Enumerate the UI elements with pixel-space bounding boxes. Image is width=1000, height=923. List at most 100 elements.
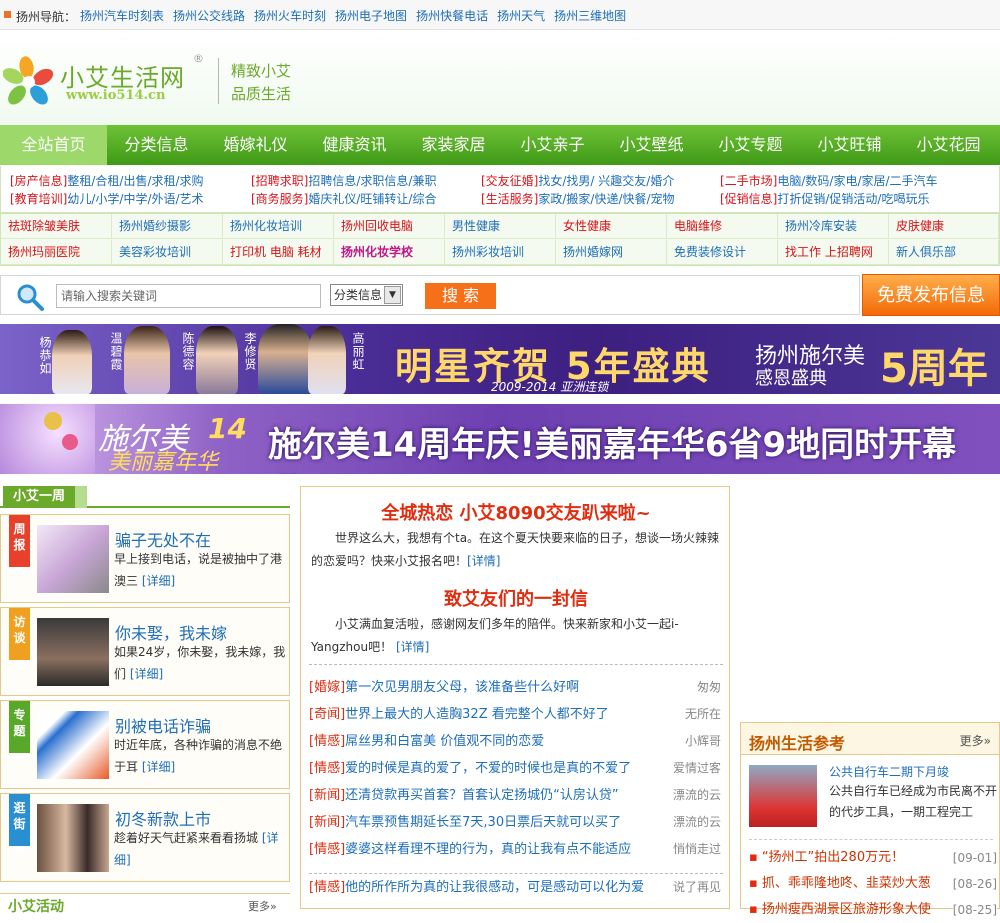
top-nav-link[interactable]: 扬州天气 — [497, 9, 545, 23]
logo-flower-icon[interactable] — [3, 55, 55, 107]
activity-more-link[interactable]: 更多» — [248, 898, 277, 914]
reference-item-title[interactable]: 扬州瘦西湖景区旅游形象大使 — [762, 902, 931, 917]
news-title[interactable]: 汽车票预售期延长至7天,30日票后天就可以买了 — [345, 815, 621, 830]
category-items[interactable]: 幼儿/小学/中学/外语/艺术 — [67, 192, 203, 206]
news-item[interactable]: [情感]婆婆这样看理不理的行为，真的让我有点不能适应 悄悄走过 — [309, 836, 723, 863]
category-group[interactable]: [教育培训]幼儿/小学/中学/外语/艺术 — [10, 190, 204, 207]
news-item[interactable]: [新闻]汽车票预售期延长至7天,30日票后天就可以买了 漂流的云 — [309, 809, 723, 836]
reference-item-title[interactable]: “扬州工”拍出280万元！ — [762, 850, 904, 865]
category-heading[interactable]: [招聘求职] — [251, 174, 308, 188]
ad-link[interactable]: 扬州婚纱摄影 — [112, 214, 223, 239]
detail-link[interactable]: [详细] — [130, 667, 163, 681]
anniversary-banner[interactable]: 杨恭如 温碧霞 陈德容 李修贤 高丽虹 明星齐贺 5年盛典 2009-2014 … — [0, 324, 1000, 394]
news-item[interactable]: [情感]屌丝男和白富美 价值观不同的恋爱 小辉哥 — [309, 728, 723, 755]
week-card[interactable]: 访谈 你未娶，我未嫁 如果24岁，你未娶，我未嫁，我们 [详细] — [0, 607, 290, 696]
nav-garden[interactable]: 小艾花园 — [899, 125, 998, 165]
category-group[interactable]: [房产信息]整租/合租/出售/求租/求购 — [10, 172, 204, 189]
reference-item[interactable]: ▪ 抓、乖乖隆地咚、韭菜炒大葱 [08-26] — [749, 871, 999, 897]
news-title[interactable]: 婆婆这样看理不理的行为，真的让我有点不能适应 — [345, 842, 631, 857]
category-items[interactable]: 找女/找男/ 兴趣交友/婚介 — [538, 174, 674, 188]
feature-title[interactable]: 全城热恋 小艾8090交友趴来啦~ — [301, 499, 731, 525]
news-category[interactable]: [婚嫁] — [309, 680, 345, 695]
nav-shops[interactable]: 小艾旺铺 — [800, 125, 899, 165]
category-items[interactable]: 招聘信息/求职信息/兼职 — [308, 174, 436, 188]
top-nav-link[interactable]: 扬州公交线路 — [173, 9, 245, 23]
nav-topics[interactable]: 小艾专题 — [701, 125, 800, 165]
category-heading[interactable]: [二手市场] — [720, 174, 777, 188]
news-category[interactable]: [新闻] — [309, 788, 345, 803]
top-nav-link[interactable]: 扬州快餐电话 — [416, 9, 488, 23]
news-category[interactable]: [情感] — [309, 761, 345, 776]
news-item[interactable]: [婚嫁]第一次见男朋友父母，该准备些什么好啊 匆匆 — [309, 674, 723, 701]
ad-link[interactable]: 扬州化妆培训 — [223, 214, 334, 239]
news-item[interactable]: [情感]他的所作所为真的让我很感动，可是感动可以化为爱 说了再见 — [309, 873, 723, 900]
category-group[interactable]: [招聘求职]招聘信息/求职信息/兼职 — [251, 172, 436, 189]
top-nav-link[interactable]: 扬州电子地图 — [335, 9, 407, 23]
bicycle-photo[interactable] — [749, 765, 817, 827]
ad-link[interactable]: 扬州回收电脑 — [334, 214, 445, 239]
category-group[interactable]: [促销信息]打折促销/促销活动/吃喝玩乐 — [720, 190, 929, 207]
ad-link[interactable]: 找工作 上招聘网 — [778, 240, 889, 265]
news-item[interactable]: [奇闻]世界上最大的人造胸32Z 看完整个人都不好了 无所在 — [309, 701, 723, 728]
top-nav-link[interactable]: 扬州三维地图 — [554, 9, 626, 23]
ad-link[interactable]: 美容彩妆培训 — [112, 240, 223, 265]
ad-link[interactable]: 皮肤健康 — [889, 214, 999, 239]
category-group[interactable]: [交友征婚]找女/找男/ 兴趣交友/婚介 — [481, 172, 674, 189]
nav-home[interactable]: 全站首页 — [0, 125, 107, 165]
news-category[interactable]: [情感] — [309, 734, 345, 749]
ad-link[interactable]: 扬州彩妆培训 — [445, 240, 556, 265]
reference-item[interactable]: ▪ 扬州瘦西湖景区旅游形象大使 [08-25] — [749, 897, 999, 923]
reference-item[interactable]: ▪ “扬州工”拍出280万元！ [09-01] — [749, 845, 999, 871]
ad-link[interactable]: 新人俱乐部 — [889, 240, 999, 265]
post-info-button[interactable]: 免费发布信息 — [862, 274, 1000, 316]
top-nav-link[interactable]: 扬州火车时刻 — [254, 9, 326, 23]
nav-wedding[interactable]: 婚嫁礼仪 — [206, 125, 305, 165]
category-group[interactable]: [生活服务]家政/搬家/快递/快餐/宠物 — [481, 190, 675, 207]
category-group[interactable]: [商务服务]婚庆礼仪/旺铺转让/综合 — [251, 190, 436, 207]
news-title[interactable]: 爱的时候是真的爱了，不爱的时候也是真的不爱了 — [345, 761, 631, 776]
news-title[interactable]: 屌丝男和白富美 价值观不同的恋爱 — [345, 734, 544, 749]
card-thumbnail[interactable] — [37, 525, 109, 593]
category-items[interactable]: 电脑/数码/家电/家居/二手汽车 — [777, 174, 937, 188]
week-card[interactable]: 逛街 初冬新款上市 趁着好天气赶紧来看看扬城 [详细] — [0, 793, 290, 882]
ad-link[interactable]: 免费装修设计 — [667, 240, 778, 265]
news-item[interactable]: [新闻]还清贷款再买首套？首套认定扬城仍“认房认贷” 漂流的云 — [309, 782, 723, 809]
search-button[interactable]: 搜 索 — [425, 283, 496, 309]
ad-link[interactable]: 扬州玛丽医院 — [1, 240, 112, 265]
detail-link[interactable]: [详细] — [142, 574, 175, 588]
carnival-banner[interactable]: 施尔美 14 美丽嘉年华 施尔美14周年庆!美丽嘉年华6省9地同时开幕啦! — [0, 404, 1000, 474]
detail-link[interactable]: [详情] — [467, 554, 500, 568]
ad-link[interactable]: 打印机 电脑 耗材 — [223, 240, 334, 265]
news-category[interactable]: [情感] — [309, 880, 345, 895]
nav-home-decor[interactable]: 家装家居 — [404, 125, 503, 165]
week-card[interactable]: 专题 别被电话诈骗 时近年底，各种诈骗的消息不绝于耳 [详细] — [0, 700, 290, 789]
search-category-select[interactable]: 分类信息 ▼ — [330, 284, 403, 306]
category-heading[interactable]: [生活服务] — [481, 192, 538, 206]
ad-link[interactable]: 女性健康 — [556, 214, 667, 239]
feature-title[interactable]: 致艾友们的一封信 — [301, 585, 731, 611]
ad-link[interactable]: 男性健康 — [445, 214, 556, 239]
card-thumbnail[interactable] — [37, 618, 109, 686]
detail-link[interactable]: [详情] — [396, 640, 429, 654]
news-title[interactable]: 第一次见男朋友父母，该准备些什么好啊 — [345, 680, 579, 695]
detail-link[interactable]: [详细] — [142, 760, 175, 774]
search-input[interactable]: 请输入搜索关键词 — [56, 284, 321, 308]
news-title[interactable]: 还清贷款再买首套？首套认定扬城仍“认房认贷” — [345, 788, 618, 803]
ad-link[interactable]: 扬州化妆学校 — [334, 240, 445, 265]
category-heading[interactable]: [教育培训] — [10, 192, 67, 206]
reference-item-title[interactable]: 抓、乖乖隆地咚、韭菜炒大葱 — [762, 876, 931, 891]
category-group[interactable]: [二手市场]电脑/数码/家电/家居/二手汽车 — [720, 172, 938, 189]
category-items[interactable]: 整租/合租/出售/求租/求购 — [67, 174, 203, 188]
reference-feature-title[interactable]: 公共自行车二期下月竣 — [829, 763, 949, 780]
category-heading[interactable]: [商务服务] — [251, 192, 308, 206]
ad-link[interactable]: 祛斑除皱美肤 — [1, 214, 112, 239]
news-item[interactable]: [情感]爱的时候是真的爱了，不爱的时候也是真的不爱了 爱情过客 — [309, 755, 723, 782]
category-heading[interactable]: [房产信息] — [10, 174, 67, 188]
ad-link[interactable]: 扬州冷库安装 — [778, 214, 889, 239]
category-items[interactable]: 家政/搬家/快递/快餐/宠物 — [538, 192, 674, 206]
news-title[interactable]: 他的所作所为真的让我很感动，可是感动可以化为爱 — [345, 880, 644, 895]
nav-classified[interactable]: 分类信息 — [107, 125, 206, 165]
category-items[interactable]: 打折促销/促销活动/吃喝玩乐 — [777, 192, 929, 206]
category-heading[interactable]: [促销信息] — [720, 192, 777, 206]
nav-health[interactable]: 健康资讯 — [305, 125, 404, 165]
